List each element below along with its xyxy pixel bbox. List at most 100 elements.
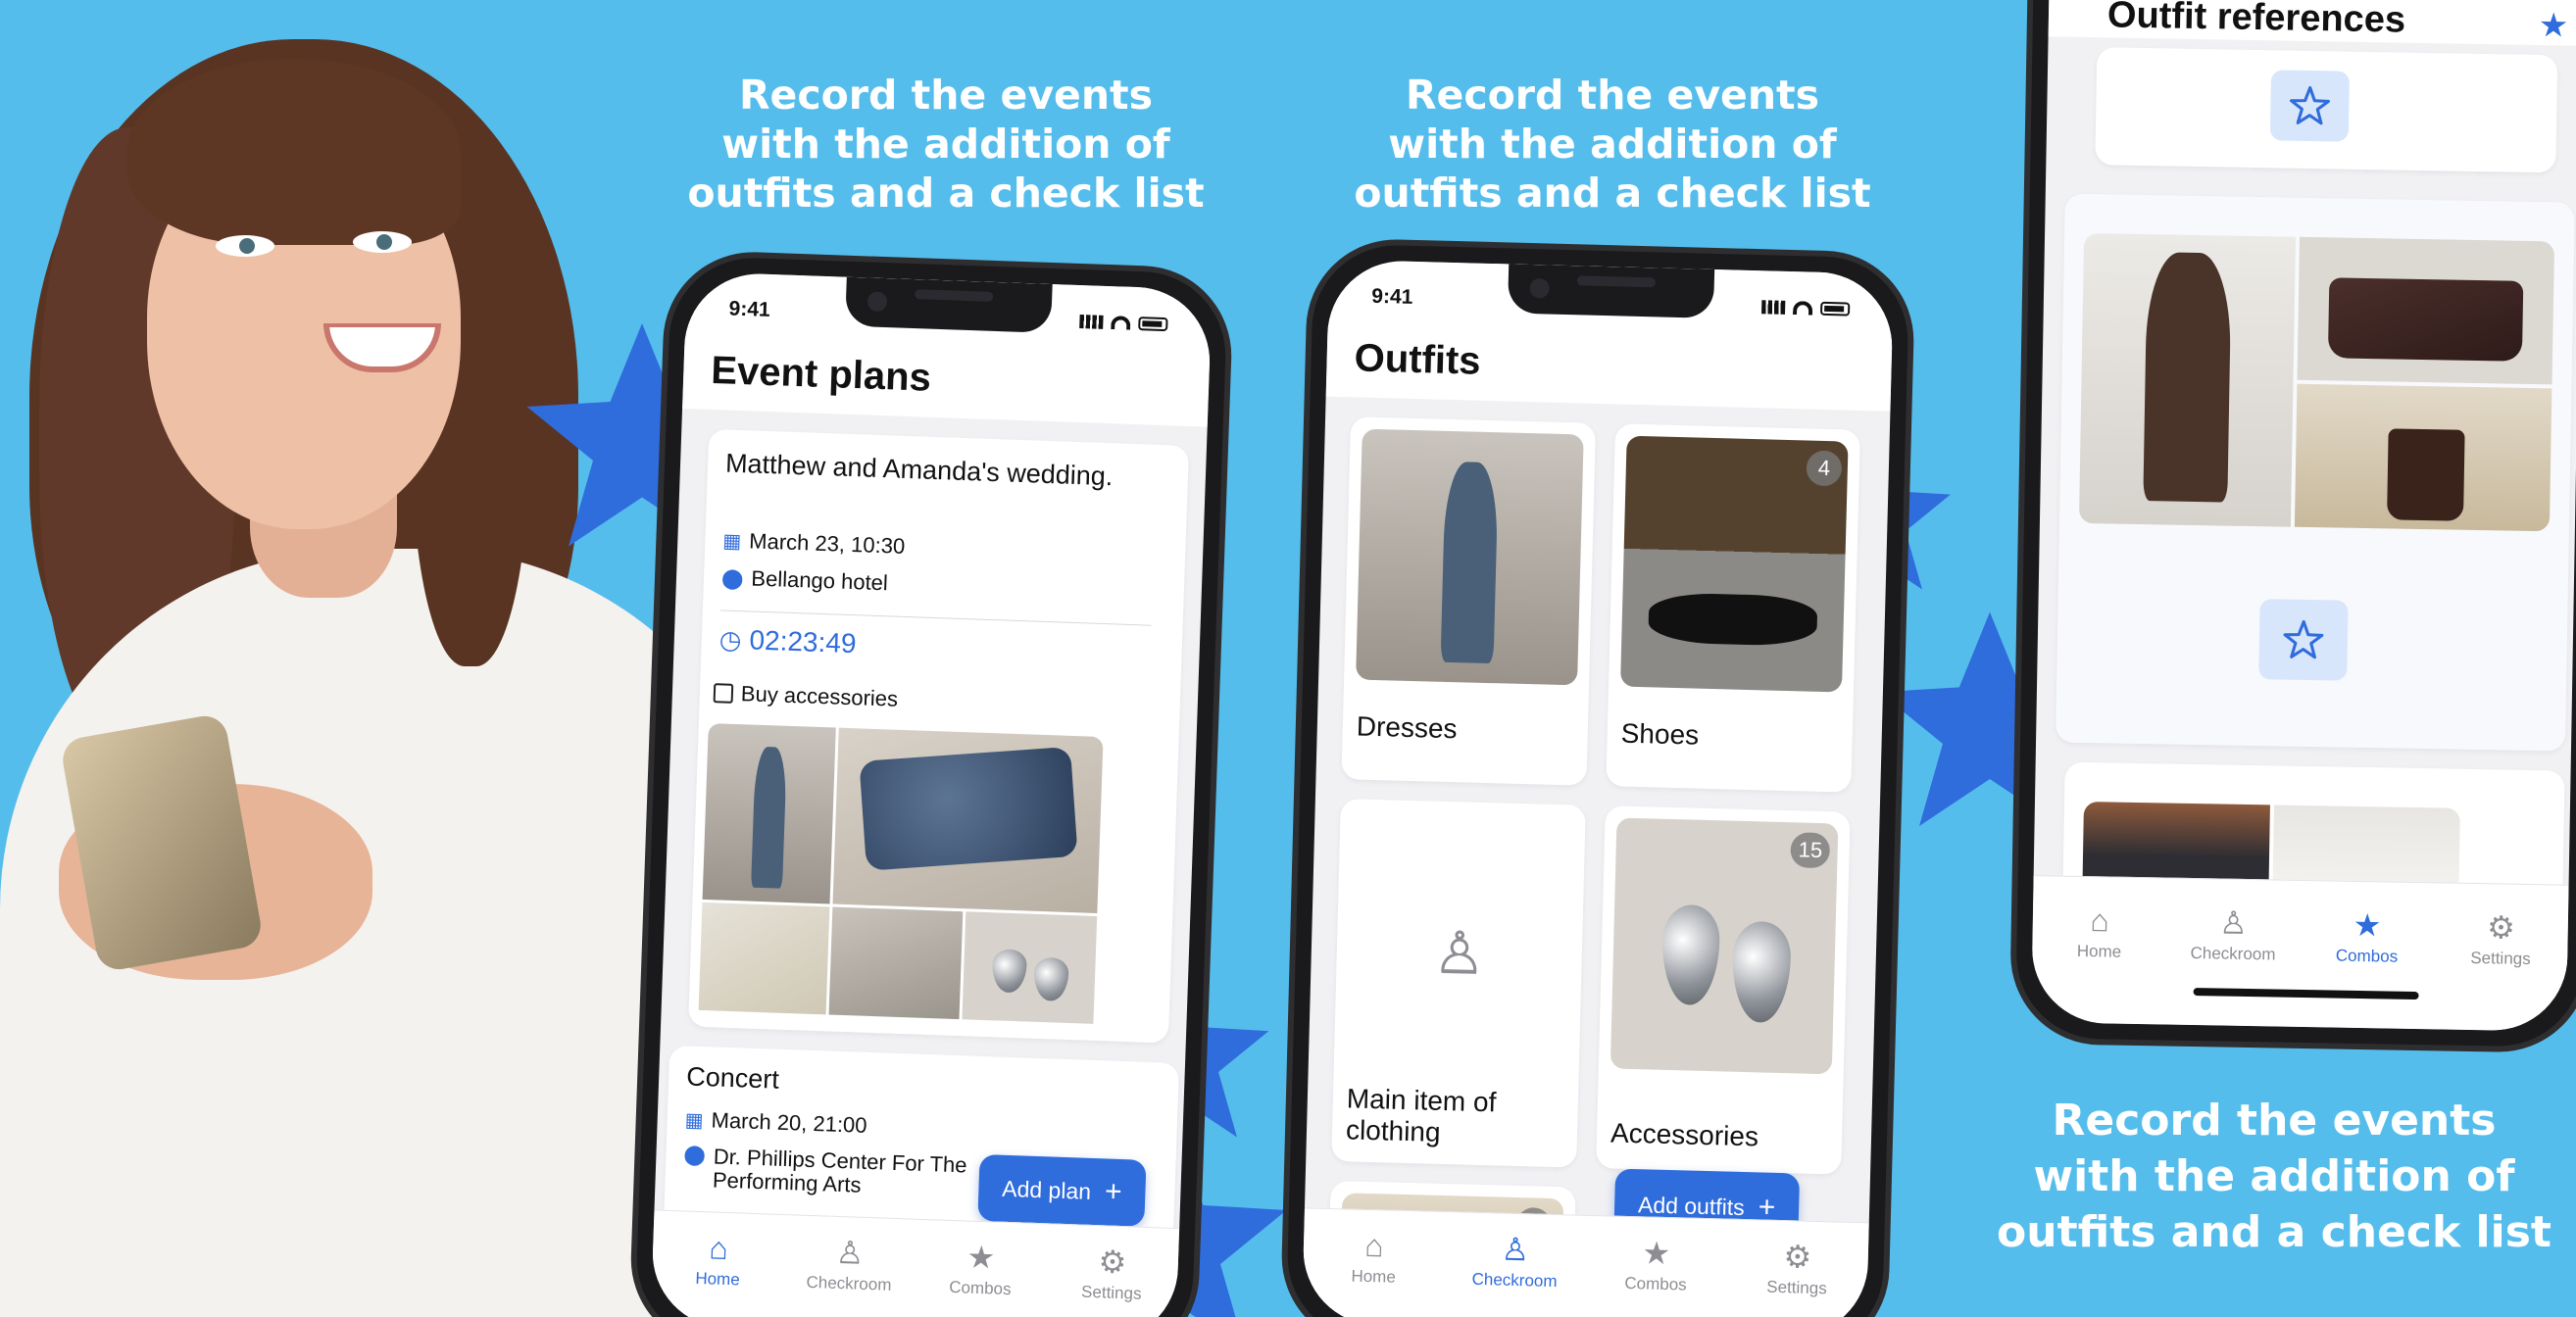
tab-label: Settings <box>2470 948 2531 969</box>
timer-icon: ◷ <box>718 623 743 655</box>
checklist-label: Buy accessories <box>740 681 899 711</box>
notch <box>1507 264 1715 318</box>
home-icon: ⌂ <box>1363 1227 1385 1264</box>
checklist-item[interactable]: Buy accessories <box>713 680 898 712</box>
calendar-icon: ▦ <box>684 1108 704 1132</box>
countdown-row: ◷ 02:23:49 <box>718 623 857 659</box>
wifi-icon <box>1792 301 1813 316</box>
screen: 9:41 Outfits Dresses 4 Shoes ♙ Main item… <box>1301 259 1895 1317</box>
tab-home[interactable]: ⌂ Home <box>1314 1227 1433 1289</box>
star-outline-icon <box>2283 619 2324 659</box>
category-label: Accessories <box>1610 1117 1759 1152</box>
dress-icon: ♙ <box>1432 919 1487 988</box>
category-label: Dresses <box>1356 710 1458 745</box>
tab-settings[interactable]: ⚙ Settings <box>2442 909 2560 969</box>
screen: Outfit references ★ ⌂ Home ♙ Checkroom ★ Co… <box>2031 0 2576 1032</box>
tab-settings[interactable]: ⚙ Settings <box>1052 1244 1171 1305</box>
signal-icon <box>1079 314 1104 329</box>
event-location: Dr. Phillips Center For The Performing A… <box>712 1144 967 1197</box>
combo-card[interactable] <box>2095 47 2558 173</box>
event-date-row: ▦ March 23, 10:30 <box>722 527 906 559</box>
battery-icon <box>1138 317 1168 332</box>
system-icons <box>1761 300 1851 317</box>
tab-label: Settings <box>1080 1282 1142 1303</box>
tab-label: Combos <box>948 1277 1012 1299</box>
battery-icon <box>1819 301 1851 317</box>
tab-label: Checkroom <box>1471 1269 1558 1292</box>
photo-shoes <box>698 902 830 1015</box>
tab-label: Home <box>2076 941 2122 961</box>
status-time: 9:41 <box>728 297 771 321</box>
star-outline-icon <box>2290 85 2330 125</box>
signal-icon <box>1761 300 1786 315</box>
tab-combos[interactable]: ★ Combos <box>2307 906 2426 967</box>
headline-middle: Record the events with the addition of o… <box>1354 72 1871 218</box>
event-card[interactable]: Matthew and Amanda's wedding. ▦ March 23… <box>688 428 1190 1044</box>
favorite-button[interactable] <box>2269 70 2351 142</box>
dress-icon: ♙ <box>1501 1231 1530 1268</box>
gear-icon: ⚙ <box>1783 1239 1812 1275</box>
checkbox[interactable] <box>713 683 734 704</box>
dress-icon: ♙ <box>835 1234 866 1271</box>
countdown: 02:23:49 <box>749 624 858 659</box>
favorite-button[interactable] <box>2258 599 2349 681</box>
headline-right: Record the events with the addition of o… <box>1997 1096 2551 1258</box>
photo-clutch <box>832 727 1104 913</box>
category-card-main-item[interactable]: ♙ Main item of clothing <box>1331 799 1586 1168</box>
category-card-dresses[interactable]: Dresses <box>1341 416 1597 786</box>
tab-home[interactable]: ⌂ Home <box>2040 902 2158 962</box>
tab-label: Combos <box>2335 946 2399 966</box>
tab-bar: ⌂ Home ♙ Checkroom ★ Combos ⚙ Settings <box>650 1209 1180 1317</box>
star-icon: ★ <box>1642 1235 1671 1272</box>
event-title: Matthew and Amanda's wedding. <box>724 448 1114 492</box>
plus-icon: + <box>1104 1175 1123 1209</box>
photo-brown-dress <box>2078 232 2297 527</box>
category-card-accessories[interactable]: 15 Accessories <box>1596 805 1851 1175</box>
event-location-row: ⬤ Bellango hotel <box>721 564 889 596</box>
tab-checkroom[interactable]: ♙ Checkroom <box>2174 904 2293 965</box>
phone-outfit-references: Outfit references ★ ⌂ Home ♙ Checkroom ★ Co… <box>2008 0 2576 1054</box>
screen: 9:41 Event plans Matthew and Amanda's we… <box>650 270 1213 1317</box>
tab-combos[interactable]: ★ Combos <box>1597 1235 1715 1295</box>
event-date: March 23, 10:30 <box>748 528 906 559</box>
tab-home[interactable]: ⌂ Home <box>659 1230 778 1292</box>
tab-label: Home <box>695 1268 741 1290</box>
tab-bar: ⌂ Home ♙ Checkroom ★ Combos ⚙ Settings <box>1301 1207 1869 1317</box>
star-icon: ★ <box>2353 906 2382 944</box>
star-icon: ★ <box>966 1239 996 1276</box>
phone-outfits: 9:41 Outfits Dresses 4 Shoes ♙ Main item… <box>1279 237 1916 1317</box>
event-date: March 20, 21:00 <box>711 1107 867 1138</box>
gear-icon: ⚙ <box>2486 909 2516 946</box>
phone-event-plans: 9:41 Event plans Matthew and Amanda's we… <box>627 249 1235 1317</box>
photo-boots <box>2294 383 2552 532</box>
photo-bracelet <box>828 906 964 1020</box>
add-plan-label: Add plan <box>1001 1175 1092 1204</box>
tab-checkroom[interactable]: ♙ Checkroom <box>1456 1232 1574 1292</box>
page-title: Outfits <box>1325 317 1893 412</box>
add-plan-button[interactable]: Add plan + <box>977 1153 1147 1227</box>
tab-checkroom[interactable]: ♙ Checkroom <box>790 1235 910 1295</box>
divider <box>719 610 1152 626</box>
pin-icon: ⬤ <box>720 566 744 590</box>
pin-icon: ⬤ <box>683 1144 707 1167</box>
hair-top <box>127 59 461 245</box>
combo-card[interactable] <box>2056 193 2575 752</box>
status-time: 9:41 <box>1371 284 1413 309</box>
event-location-row: ⬤ Dr. Phillips Center For The Performing… <box>682 1144 978 1201</box>
page-title: Outfit references <box>2106 0 2406 41</box>
tab-label: Settings <box>1766 1277 1827 1298</box>
category-card-shoes[interactable]: 4 Shoes <box>1606 423 1860 793</box>
tab-settings[interactable]: ⚙ Settings <box>1738 1239 1857 1299</box>
photo-earrings <box>962 911 1098 1024</box>
star-icon[interactable]: ★ <box>2539 6 2569 46</box>
event-location: Bellango hotel <box>751 565 889 596</box>
calendar-icon: ▦ <box>721 529 742 553</box>
eye-left <box>216 235 274 257</box>
dress-icon: ♙ <box>2218 904 2249 941</box>
photo-bag <box>2297 236 2555 385</box>
event-title: Concert <box>685 1061 780 1095</box>
home-icon: ⌂ <box>708 1230 729 1267</box>
tab-combos[interactable]: ★ Combos <box>921 1240 1041 1300</box>
home-icon: ⌂ <box>2090 902 2110 939</box>
photo-dress <box>702 723 836 904</box>
